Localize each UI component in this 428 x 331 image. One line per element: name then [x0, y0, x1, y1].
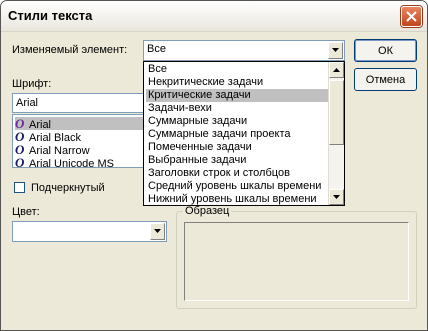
- scroll-down-button[interactable]: [329, 189, 344, 205]
- dropdown-item[interactable]: Все: [146, 63, 330, 76]
- color-combo-dropdown-button[interactable]: [150, 223, 165, 240]
- element-combo-dropdown-button[interactable]: [328, 42, 343, 59]
- chevron-up-icon: [333, 68, 340, 72]
- element-label: Изменяемый элемент:: [12, 44, 128, 56]
- title-bar[interactable]: Стили текста: [1, 1, 427, 32]
- dropdown-item[interactable]: Задачи-вехи: [146, 102, 330, 115]
- underline-checkbox[interactable]: [14, 182, 25, 193]
- sample-preview: [184, 222, 409, 301]
- dropdown-scrollbar[interactable]: [328, 62, 344, 205]
- chevron-down-icon: [154, 229, 161, 233]
- close-icon: [406, 11, 417, 22]
- cancel-button[interactable]: Отмена: [354, 68, 417, 91]
- sample-label: Образец: [183, 205, 232, 217]
- font-list-item[interactable]: O Arial: [15, 117, 145, 131]
- sample-group: Образец: [176, 205, 417, 309]
- scroll-up-button[interactable]: [329, 62, 344, 78]
- color-label: Цвет:: [12, 206, 40, 218]
- font-list-item[interactable]: O Arial Narrow: [15, 143, 90, 157]
- dropdown-item[interactable]: Средний уровень шкалы времени: [146, 180, 330, 193]
- font-icon: O: [15, 155, 25, 170]
- dropdown-item[interactable]: Заголовки строк и столбцов: [146, 167, 330, 180]
- dialog-title: Стили текста: [8, 8, 93, 23]
- font-input-value: Arial: [16, 97, 39, 109]
- underline-label: Подчеркнутый: [31, 182, 105, 194]
- font-input[interactable]: Arial: [12, 93, 148, 113]
- element-combo[interactable]: Все: [143, 40, 345, 61]
- dropdown-item[interactable]: Некритические задачи: [146, 76, 330, 89]
- element-combo-value: Все: [147, 43, 166, 55]
- chevron-down-icon: [332, 48, 339, 52]
- chevron-down-icon: [333, 195, 340, 199]
- color-combo[interactable]: [12, 221, 167, 242]
- dropdown-item[interactable]: Суммарные задачи: [146, 115, 330, 128]
- element-dropdown-list[interactable]: Все Некритические задачи Критические зад…: [143, 61, 345, 206]
- close-button[interactable]: [401, 6, 422, 27]
- scroll-thumb[interactable]: [329, 80, 344, 145]
- text-styles-dialog: Стили текста Изменяемый элемент: Все ОК …: [0, 0, 428, 331]
- font-list[interactable]: O Arial O Arial Black O Arial Narrow O Arial…: [12, 114, 148, 170]
- ok-button[interactable]: ОК: [354, 39, 417, 62]
- font-list-item[interactable]: O Arial Unicode MS: [15, 155, 114, 170]
- dropdown-item[interactable]: Помеченные задачи: [146, 141, 330, 154]
- dropdown-item[interactable]: Нижний уровень шкалы времени: [146, 193, 330, 206]
- dropdown-item-selected[interactable]: Критические задачи: [146, 89, 330, 102]
- font-label: Шрифт:: [12, 78, 52, 90]
- dropdown-item[interactable]: Выбранные задачи: [146, 154, 330, 167]
- dropdown-item[interactable]: Суммарные задачи проекта: [146, 128, 330, 141]
- font-list-item[interactable]: O Arial Black: [15, 130, 81, 144]
